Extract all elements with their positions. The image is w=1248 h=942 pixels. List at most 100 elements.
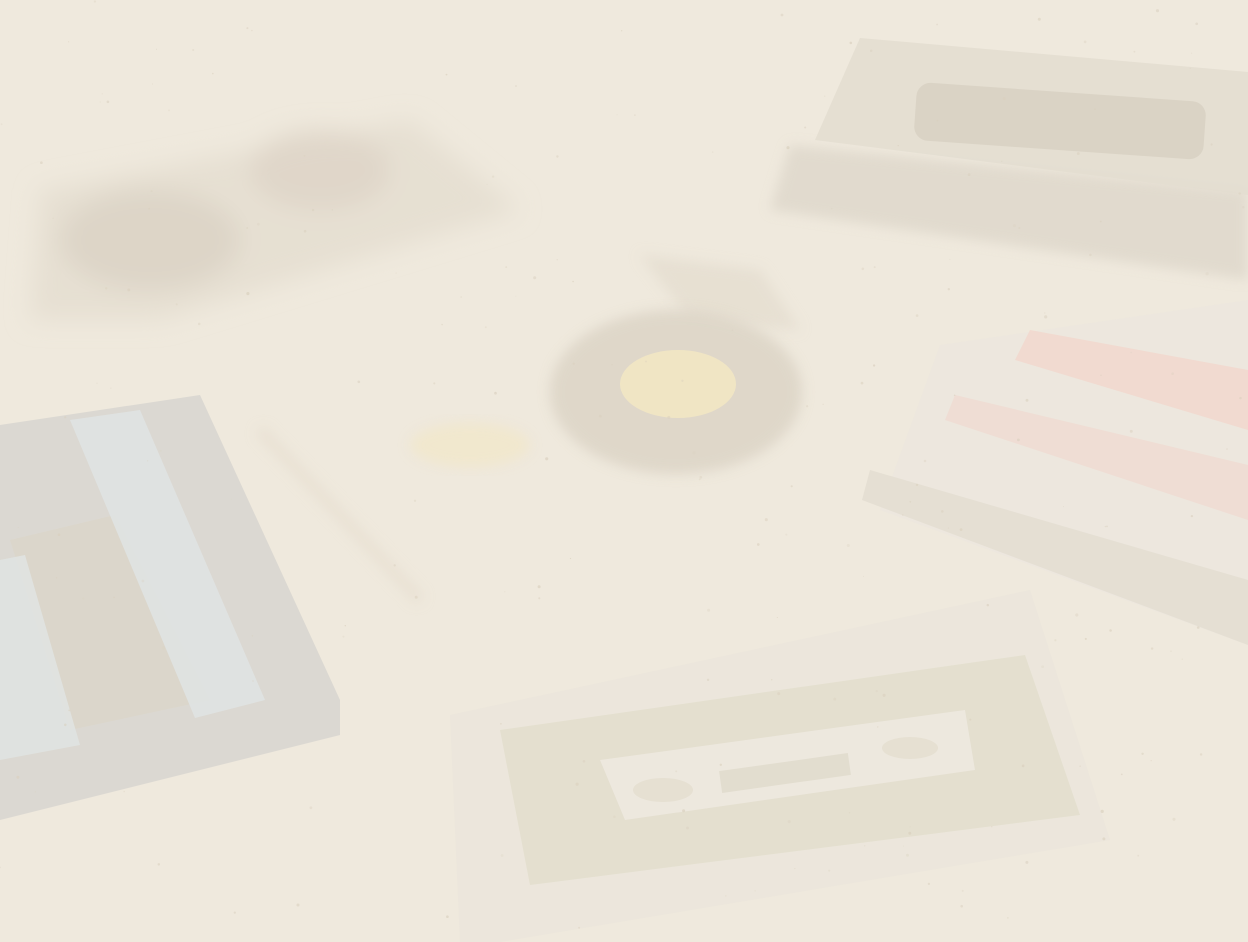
paper-speckle [908, 831, 912, 835]
paper-speckle [212, 72, 214, 75]
paper-speckle [303, 155, 306, 157]
paper-speckle [1083, 40, 1087, 44]
paper-speckle [303, 229, 307, 233]
paper-speckle [873, 266, 876, 269]
paper-speckle [556, 259, 558, 261]
paper-speckle [1171, 372, 1174, 375]
retro-media-background-photo [0, 0, 1248, 942]
paper-speckle [960, 904, 963, 908]
paper-speckle [621, 30, 623, 32]
paper-speckle [986, 603, 990, 607]
cassette-bottom-reel-right [882, 737, 938, 759]
paper-speckle [699, 475, 703, 479]
paper-speckle [110, 387, 112, 389]
paper-speckle [869, 49, 873, 53]
paper-speckle [790, 485, 793, 488]
paper-speckle [257, 222, 260, 226]
paper-speckle [161, 646, 165, 650]
paper-speckle [93, 0, 97, 3]
paper-speckle [1150, 647, 1154, 650]
paper-speckle [1037, 17, 1041, 21]
paper-speckle [1120, 773, 1123, 776]
paper-speckle [175, 303, 178, 306]
paper-speckle [724, 895, 727, 897]
paper-speckle [613, 815, 616, 818]
paper-speckle [1025, 860, 1029, 864]
paper-speckle [150, 190, 153, 193]
cassette-bottom-reel-left [633, 778, 693, 802]
paper-speckle [582, 760, 586, 763]
paper-speckle [756, 543, 760, 546]
paper-speckle [686, 826, 689, 830]
paper-speckle [1109, 629, 1112, 632]
paper-speckle [34, 791, 36, 793]
paper-speckle [1137, 854, 1140, 857]
paper-speckle [909, 826, 911, 828]
paper-speckle [1226, 448, 1228, 450]
paper-speckle [1041, 665, 1044, 669]
paper-speckle [251, 635, 254, 637]
paper-speckle [393, 564, 396, 567]
paper-speckle [822, 403, 824, 405]
paper-speckle [159, 449, 162, 452]
paper-speckle [786, 146, 790, 150]
paper-speckle [969, 718, 972, 721]
paper-speckle [1018, 227, 1021, 229]
paper-speckle [846, 543, 850, 548]
paper-speckle [1025, 398, 1029, 402]
paper-speckle [1079, 765, 1081, 767]
paper-speckle [1150, 759, 1152, 762]
paper-speckle [1063, 506, 1064, 508]
paper-speckle [848, 812, 851, 814]
paper-speckle [598, 414, 602, 418]
paper-speckle [1044, 315, 1048, 319]
paper-speckle [414, 595, 418, 599]
paper-speckle [941, 510, 944, 513]
paper-speckle [634, 114, 636, 116]
paper-speckle [876, 726, 879, 728]
paper-speckle [967, 173, 971, 177]
paper-speckle [1189, 67, 1191, 70]
paper-speckle [1191, 52, 1193, 54]
paper-speckle [569, 557, 572, 560]
paper-speckle [1170, 650, 1172, 652]
paper-speckle [1044, 312, 1046, 314]
paper-speckle [57, 533, 61, 537]
paper-speckle [1017, 438, 1020, 442]
paper-speckle [533, 276, 537, 280]
paper-speckle [342, 635, 345, 638]
paper-speckle [947, 288, 950, 291]
paper-speckle [616, 114, 618, 116]
paper-speckle [147, 460, 149, 462]
paper-speckle [949, 258, 951, 260]
paper-speckle [667, 415, 671, 419]
paper-speckle [909, 500, 912, 503]
paper-speckle [681, 379, 684, 382]
paper-speckle [776, 616, 778, 619]
paper-speckle [500, 854, 504, 857]
paper-speckle [40, 161, 43, 165]
paper-speckle [82, 597, 85, 600]
paper-speckle [1130, 351, 1133, 354]
paper-speckle [168, 109, 170, 112]
paper-speckle [1199, 753, 1203, 756]
paper-speckle [711, 151, 714, 153]
paper-speckle [1099, 220, 1102, 223]
paper-speckle [991, 826, 993, 828]
paper-speckle [64, 723, 67, 727]
paper-speckle [1133, 50, 1136, 53]
paper-speckle [872, 364, 876, 367]
paper-speckle [903, 845, 905, 847]
paper-speckle [0, 123, 3, 126]
paper-speckle [127, 288, 131, 292]
paper-speckle [764, 518, 768, 522]
paper-speckle [706, 678, 710, 682]
cassette-top-left-reel [60, 190, 240, 290]
paper-speckle [864, 845, 866, 847]
paper-speckle [515, 85, 517, 87]
paper-speckle [113, 596, 116, 599]
paper-speckle [785, 533, 788, 536]
paper-speckle [545, 457, 549, 461]
paper-speckle [16, 775, 20, 779]
paper-speckle [861, 267, 865, 271]
